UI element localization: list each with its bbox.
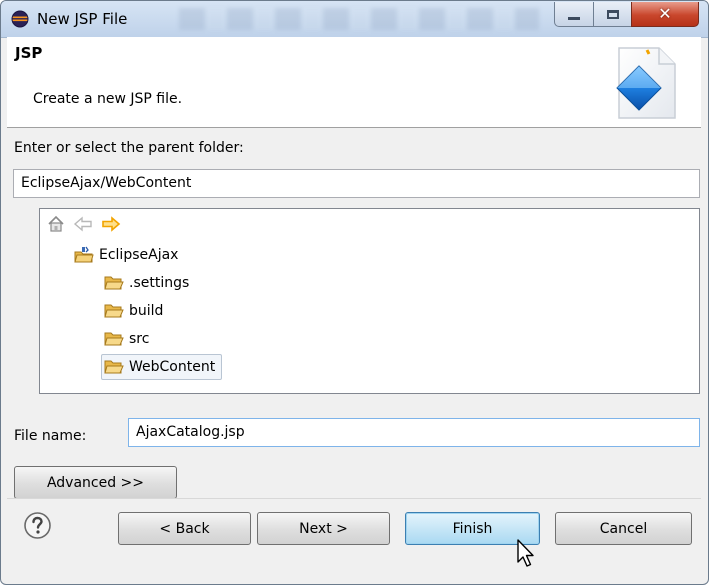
background-toolbar <box>179 8 539 30</box>
tree-item-label: WebContent <box>129 359 216 375</box>
file-name-input[interactable]: AjaxCatalog.jsp <box>128 418 700 447</box>
parent-folder-label: Enter or select the parent folder: <box>14 140 244 156</box>
tree-item-settings[interactable]: .settings <box>104 271 189 295</box>
back-button[interactable]: < Back <box>118 512 251 545</box>
folder-open-icon <box>104 332 124 346</box>
tree-item-label: .settings <box>129 275 190 291</box>
minimize-button[interactable] <box>554 2 594 27</box>
window-title: New JSP File <box>37 10 128 28</box>
tree-navigation <box>47 215 121 233</box>
forward-arrow-icon[interactable] <box>101 216 121 232</box>
tree-item-label: build <box>129 303 164 319</box>
new-jsp-file-dialog: New JSP File ✕ JSP Create a new JSP file… <box>0 0 709 585</box>
eclipse-icon <box>11 10 29 28</box>
close-button[interactable]: ✕ <box>631 2 699 27</box>
project-icon <box>74 246 94 263</box>
folder-open-icon <box>104 360 124 374</box>
title-bar[interactable]: New JSP File ✕ <box>1 1 708 38</box>
close-icon: ✕ <box>658 4 672 23</box>
help-icon[interactable] <box>23 511 52 540</box>
page-description: Create a new JSP file. <box>33 91 183 107</box>
folder-tree[interactable]: EclipseAjax .settings build src WebConte… <box>39 208 700 394</box>
folder-open-icon <box>104 304 124 318</box>
minimize-icon <box>568 16 580 20</box>
tree-item-eclipseajax[interactable]: EclipseAjax <box>74 243 178 267</box>
wizard-footer: < Back Next > Finish Cancel <box>7 498 701 579</box>
cancel-button[interactable]: Cancel <box>555 512 692 545</box>
folder-open-icon <box>104 276 124 290</box>
maximize-icon <box>606 9 619 19</box>
tree-item-webcontent[interactable]: WebContent <box>101 354 223 380</box>
tree-item-build[interactable]: build <box>104 299 163 323</box>
tree-item-label: EclipseAjax <box>99 247 179 263</box>
jsp-file-wizard-icon <box>616 47 676 119</box>
file-name-label: File name: <box>14 428 87 444</box>
mouse-cursor-icon <box>517 539 534 567</box>
maximize-button[interactable] <box>593 2 632 27</box>
wizard-header: JSP Create a new JSP file. <box>7 37 701 128</box>
back-arrow-icon[interactable] <box>73 216 93 232</box>
next-button[interactable]: Next > <box>257 512 390 545</box>
wizard-body: Enter or select the parent folder: Eclip… <box>7 128 701 579</box>
tree-item-label: src <box>129 331 150 347</box>
advanced-button[interactable]: Advanced >> <box>14 466 177 499</box>
parent-folder-input[interactable]: EclipseAjax/WebContent <box>13 169 700 198</box>
home-icon[interactable] <box>47 215 65 233</box>
page-title: JSP <box>15 44 43 62</box>
tree-item-src[interactable]: src <box>104 327 149 351</box>
